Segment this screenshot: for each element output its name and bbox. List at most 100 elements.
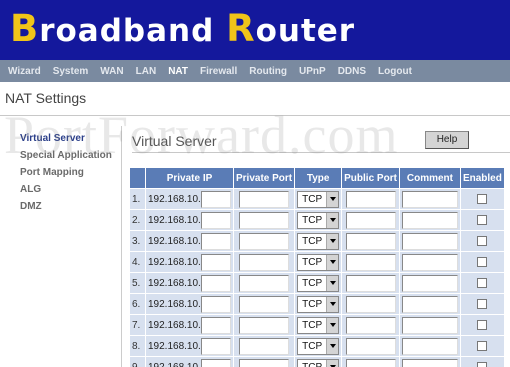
dropdown-button[interactable] — [326, 254, 339, 270]
enabled-checkbox[interactable] — [477, 319, 488, 330]
nav-firewall[interactable]: Firewall — [200, 66, 237, 77]
col-num — [129, 167, 146, 189]
enabled-checkbox[interactable] — [477, 193, 488, 204]
public-port-input[interactable] — [345, 358, 396, 367]
dropdown-button[interactable] — [326, 191, 339, 207]
nav-routing[interactable]: Routing — [249, 66, 287, 77]
nav-wizard[interactable]: Wizard — [8, 66, 41, 77]
private-ip-input[interactable] — [200, 253, 231, 271]
comment-input[interactable] — [401, 190, 458, 208]
private-ip-input[interactable] — [200, 337, 231, 355]
public-port-input[interactable] — [345, 232, 396, 250]
enabled-checkbox[interactable] — [477, 361, 488, 367]
nav-lan[interactable]: LAN — [136, 66, 157, 77]
public-port-input[interactable] — [345, 253, 396, 271]
public-port-input[interactable] — [345, 295, 396, 313]
type-select[interactable]: TCP — [297, 295, 340, 313]
private-ip-input[interactable] — [200, 190, 231, 208]
type-select[interactable]: TCP — [297, 232, 340, 250]
private-ip-input[interactable] — [200, 295, 231, 313]
private-port-input[interactable] — [239, 295, 290, 313]
side-item-dmz[interactable]: DMZ — [20, 198, 120, 215]
side-item-alg[interactable]: ALG — [20, 181, 120, 198]
type-select[interactable]: TCP — [297, 358, 340, 367]
table-row: 6. 192.168.10. TCP — [129, 293, 505, 315]
type-select[interactable]: TCP — [297, 190, 340, 208]
private-ip-input[interactable] — [200, 274, 231, 292]
row-number: 4. — [129, 251, 146, 273]
private-ip-input[interactable] — [200, 211, 231, 229]
private-port-input[interactable] — [239, 274, 290, 292]
private-ip-input[interactable] — [200, 316, 231, 334]
dropdown-button[interactable] — [326, 233, 339, 249]
dropdown-button[interactable] — [326, 296, 339, 312]
help-button[interactable]: Help — [425, 131, 469, 149]
type-cell: TCP — [294, 188, 343, 210]
comment-input[interactable] — [401, 211, 458, 229]
dropdown-button[interactable] — [326, 212, 339, 228]
public-port-input[interactable] — [345, 190, 396, 208]
nav-nat[interactable]: NAT — [168, 66, 188, 77]
nav-logout[interactable]: Logout — [378, 66, 412, 77]
private-ip-input[interactable] — [200, 358, 231, 367]
side-item-virtual-server[interactable]: Virtual Server — [20, 130, 120, 147]
type-select-value: TCP — [302, 340, 323, 352]
ip-prefix: 192.168.10. — [148, 298, 201, 310]
type-select-value: TCP — [302, 256, 323, 268]
private-port-input[interactable] — [239, 232, 290, 250]
top-nav: Wizard System WAN LAN NAT Firewall Routi… — [0, 60, 510, 82]
enabled-cell — [459, 230, 505, 252]
type-cell: TCP — [294, 230, 343, 252]
enabled-checkbox[interactable] — [477, 340, 488, 351]
chevron-down-icon — [329, 260, 336, 264]
side-item-special-application[interactable]: Special Application — [20, 147, 120, 164]
private-port-cell — [232, 272, 296, 294]
private-port-input[interactable] — [239, 253, 290, 271]
nav-system[interactable]: System — [53, 66, 89, 77]
table-row: 1. 192.168.10. TCP — [129, 188, 505, 210]
ip-prefix: 192.168.10. — [148, 277, 201, 289]
nav-ddns[interactable]: DDNS — [338, 66, 366, 77]
logo-cap-b: B — [10, 7, 40, 50]
side-item-port-mapping[interactable]: Port Mapping — [20, 164, 120, 181]
private-ip-input[interactable] — [200, 232, 231, 250]
type-select[interactable]: TCP — [297, 253, 340, 271]
dropdown-button[interactable] — [326, 317, 339, 333]
comment-input[interactable] — [401, 232, 458, 250]
public-port-input[interactable] — [345, 316, 396, 334]
type-cell: TCP — [294, 356, 343, 367]
comment-input[interactable] — [401, 316, 458, 334]
col-private-ip: Private IP — [145, 167, 234, 189]
comment-input[interactable] — [401, 274, 458, 292]
public-port-input[interactable] — [345, 337, 396, 355]
comment-input[interactable] — [401, 358, 458, 367]
enabled-cell — [459, 251, 505, 273]
comment-input[interactable] — [401, 337, 458, 355]
col-enabled: Enabled — [459, 167, 505, 189]
private-ip-cell: 192.168.10. — [145, 356, 234, 367]
comment-input[interactable] — [401, 295, 458, 313]
private-port-input[interactable] — [239, 211, 290, 229]
type-select[interactable]: TCP — [297, 316, 340, 334]
dropdown-button[interactable] — [326, 359, 339, 367]
private-port-input[interactable] — [239, 190, 290, 208]
private-port-input[interactable] — [239, 337, 290, 355]
dropdown-button[interactable] — [326, 275, 339, 291]
type-select[interactable]: TCP — [297, 337, 340, 355]
enabled-checkbox[interactable] — [477, 298, 488, 309]
public-port-input[interactable] — [345, 211, 396, 229]
private-port-input[interactable] — [239, 358, 290, 367]
type-select[interactable]: TCP — [297, 211, 340, 229]
dropdown-button[interactable] — [326, 338, 339, 354]
private-port-input[interactable] — [239, 316, 290, 334]
type-select[interactable]: TCP — [297, 274, 340, 292]
comment-input[interactable] — [401, 253, 458, 271]
public-port-input[interactable] — [345, 274, 396, 292]
nav-upnp[interactable]: UPnP — [299, 66, 326, 77]
nav-wan[interactable]: WAN — [100, 66, 123, 77]
enabled-checkbox[interactable] — [477, 235, 488, 246]
enabled-checkbox[interactable] — [477, 256, 488, 267]
type-cell: TCP — [294, 209, 343, 231]
enabled-checkbox[interactable] — [477, 214, 488, 225]
enabled-checkbox[interactable] — [477, 277, 488, 288]
